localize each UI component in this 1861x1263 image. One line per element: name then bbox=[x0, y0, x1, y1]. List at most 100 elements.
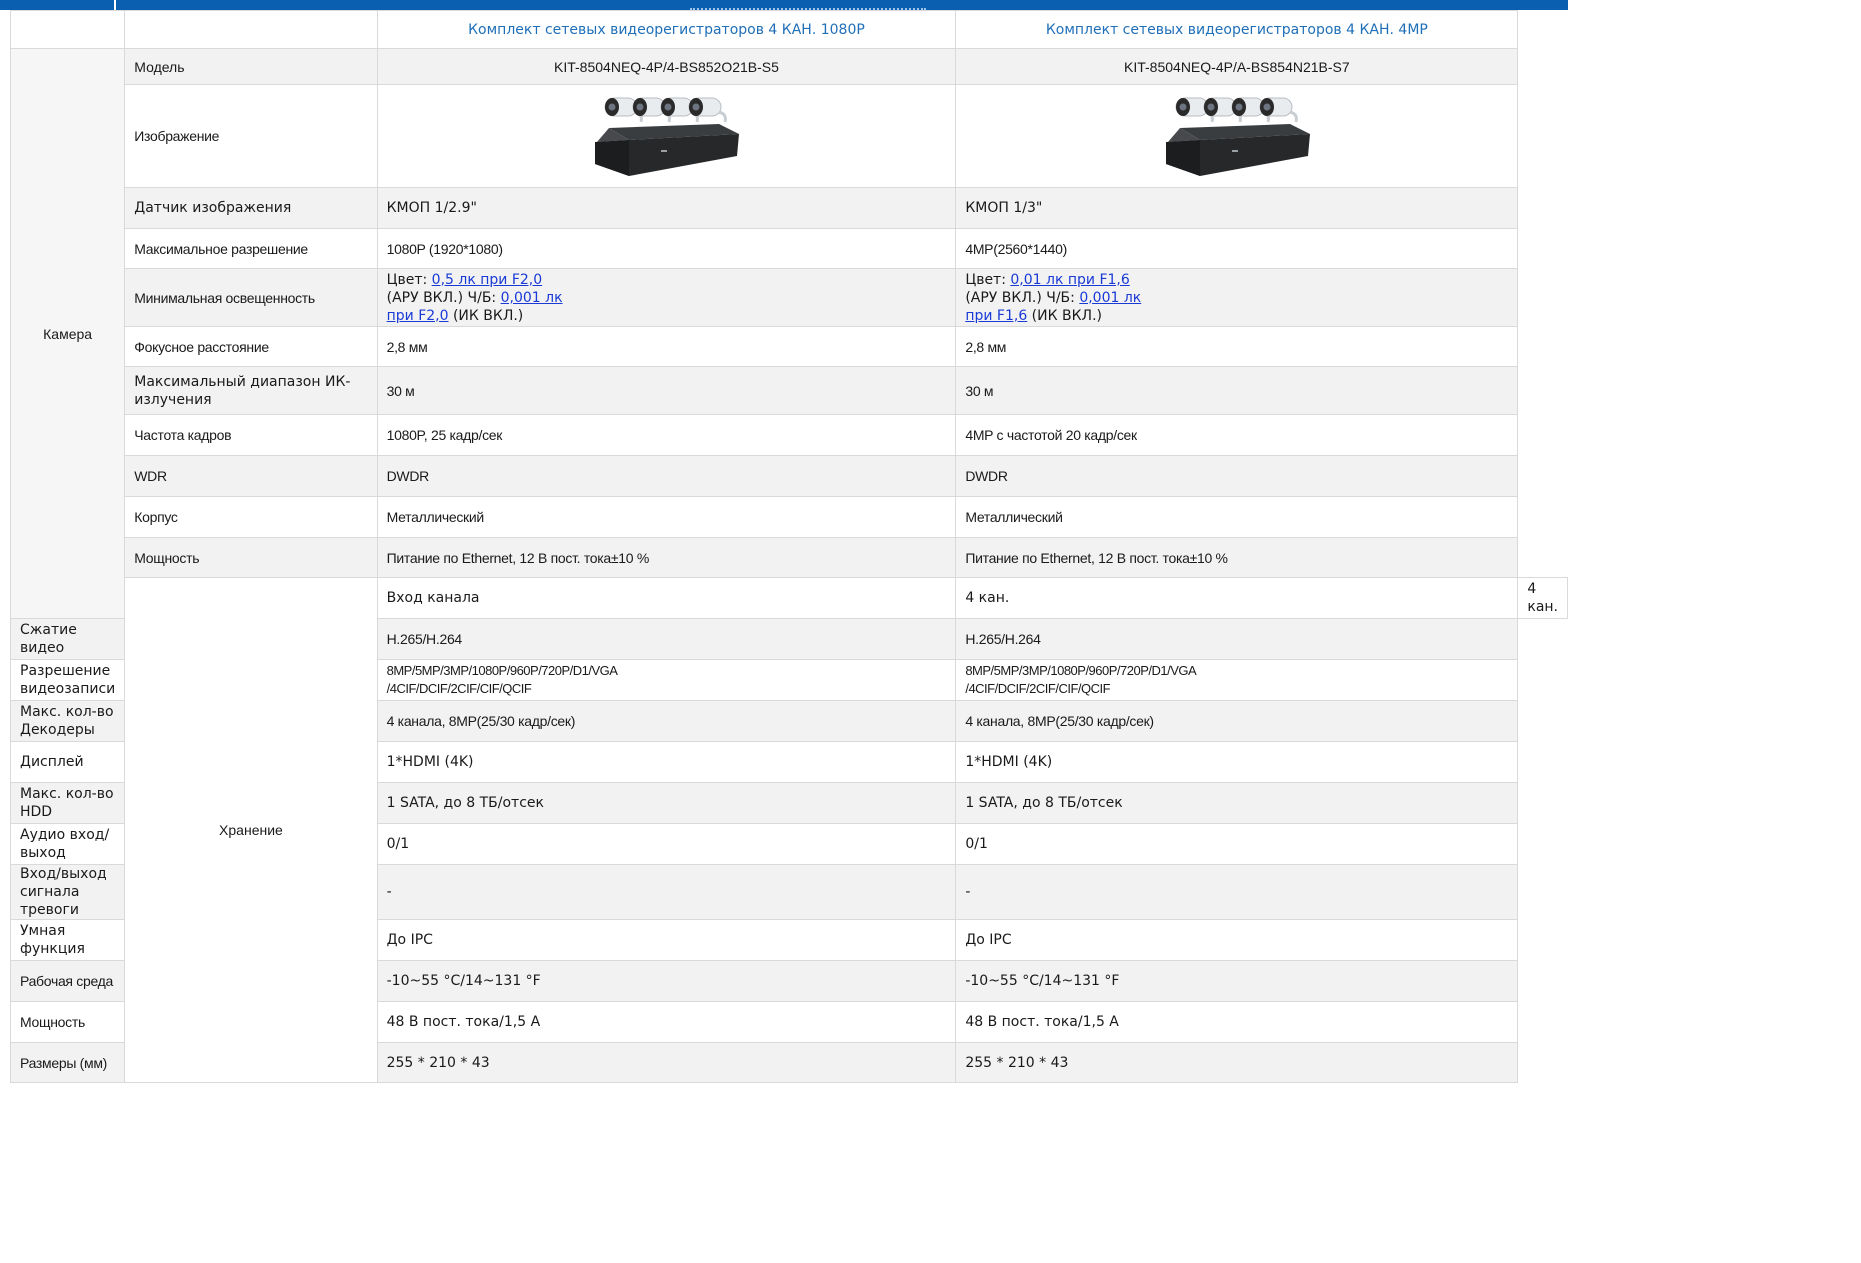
spec-value-1080p: 1080P (1920*1080) bbox=[376, 228, 957, 269]
spec-row: Мощность Питание по Ethernet, 12 В пост.… bbox=[11, 537, 1568, 578]
spec-row: Фокусное расстояние 2,8 мм 2,8 мм bbox=[11, 326, 1568, 367]
illum-bw-link[interactable]: 0,001 лк bbox=[501, 290, 563, 306]
spec-table: Комплект сетевых видеорегистраторов 4 КА… bbox=[9, 10, 1568, 1083]
product-image-1080p bbox=[591, 90, 741, 182]
spec-value-1080p: 1 SATA, до 8 ТБ/отсек bbox=[376, 782, 957, 824]
spec-value-4mp: 0/1 bbox=[955, 823, 1519, 865]
group-label-camera: Камера bbox=[9, 48, 126, 619]
row-label: Умная функция bbox=[9, 919, 126, 961]
row-label: Аудио вход/выход bbox=[9, 823, 126, 865]
row-label: Корпус bbox=[124, 496, 378, 538]
row-label: Изображение bbox=[124, 84, 378, 188]
illum-bw-link-cont[interactable]: при F1,6 bbox=[965, 308, 1027, 324]
row-label: Частота кадров bbox=[124, 414, 378, 456]
spec-row: WDR DWDR DWDR bbox=[11, 455, 1568, 497]
illum-color-link[interactable]: 0,5 лк при F2,0 bbox=[432, 272, 542, 288]
group-label-storage: Хранение bbox=[124, 577, 378, 1083]
row-label: Макс. кол-во HDD bbox=[9, 782, 126, 824]
spec-value-4mp: 48 В пост. тока/1,5 А bbox=[955, 1001, 1519, 1043]
spec-value-4mp: 30 м bbox=[955, 366, 1519, 415]
spec-value-4mp: До IPC bbox=[955, 919, 1519, 961]
spec-row: Датчик изображения КМОП 1/2.9" КМОП 1/3" bbox=[11, 187, 1568, 229]
resolution-line: /4CIF/DCIF/2CIF/CIF/QCIF bbox=[386, 681, 532, 696]
spec-value-1080p: 8MP/5MP/3MP/1080P/960P/720P/D1/VGA /4CIF… bbox=[376, 659, 957, 701]
row-label: Максимальное разрешение bbox=[124, 228, 378, 269]
row-label: Разрешение видеозаписи bbox=[9, 659, 126, 701]
spec-value-4mp: H.265/H.264 bbox=[955, 618, 1519, 660]
illum-color-prefix: Цвет: bbox=[965, 271, 1011, 288]
illumination-value-4mp: Цвет: 0,01 лк при F1,6 (АРУ ВКЛ.) Ч/Б: 0… bbox=[955, 268, 1519, 327]
spec-value-1080p: 48 В пост. тока/1,5 А bbox=[376, 1001, 957, 1043]
column-title-4mp: Комплект сетевых видеорегистраторов 4 КА… bbox=[955, 10, 1519, 49]
spec-value-4mp: КМОП 1/3" bbox=[955, 187, 1519, 229]
spec-value-4mp: 4MP с частотой 20 кадр/сек bbox=[955, 414, 1519, 456]
spec-value-1080p: - bbox=[376, 864, 957, 920]
spec-value-1080p: До IPC bbox=[376, 919, 957, 961]
illumination-value-1080p: Цвет: 0,5 лк при F2,0 (АРУ ВКЛ.) Ч/Б: 0,… bbox=[376, 268, 957, 327]
spec-value-4mp: Питание по Ethernet, 12 В пост. тока±10 … bbox=[955, 537, 1519, 578]
illum-bw-link[interactable]: 0,001 лк bbox=[1079, 290, 1141, 306]
bullet-camera-icon bbox=[688, 97, 728, 123]
illum-mid: (АРУ ВКЛ.) Ч/Б: bbox=[386, 289, 501, 306]
spec-row: Корпус Металлический Металлический bbox=[11, 496, 1568, 538]
spec-value-4mp: DWDR bbox=[955, 455, 1519, 497]
spec-value-1080p: -10~55 °C/14~131 °F bbox=[376, 960, 957, 1002]
model-value-1080p: KIT-8504NEQ-4P/4-BS852O21B-S5 bbox=[376, 48, 957, 85]
spec-value-4mp: 1*HDMI (4K) bbox=[955, 741, 1519, 783]
header-empty-cell bbox=[124, 10, 378, 49]
row-label: Размеры (мм) bbox=[9, 1042, 126, 1083]
header-empty-cell bbox=[9, 10, 126, 49]
row-label: Мощность bbox=[124, 537, 378, 578]
illum-suffix: (ИК ВКЛ.) bbox=[448, 307, 524, 324]
row-label: Модель bbox=[124, 48, 378, 85]
header-decoration bbox=[690, 0, 926, 10]
row-label: Датчик изображения bbox=[124, 187, 378, 229]
nvr-recorder-icon bbox=[1165, 124, 1310, 176]
spec-value-1080p: 30 м bbox=[376, 366, 957, 415]
spec-value-4mp: 4 канала, 8MP(25/30 кадр/сек) bbox=[955, 700, 1519, 742]
row-label: WDR bbox=[124, 455, 378, 497]
spec-value-4mp: 1 SATA, до 8 ТБ/отсек bbox=[955, 782, 1519, 824]
spec-value-4mp: 4 кан. bbox=[1517, 577, 1568, 619]
spec-value-1080p: 1080P, 25 кадр/сек bbox=[376, 414, 957, 456]
nvr-kit-illustration bbox=[595, 97, 740, 176]
spec-value-1080p: 255 * 210 * 43 bbox=[376, 1042, 957, 1083]
row-model: Камера Модель KIT-8504NEQ-4P/4-BS852O21B… bbox=[9, 48, 1568, 619]
product-image-cell-1080p bbox=[376, 84, 957, 188]
spec-value-4mp: Металлический bbox=[955, 496, 1519, 538]
row-label: Сжатие видео bbox=[9, 618, 126, 660]
row-label: Макс. кол-во Декодеры bbox=[9, 700, 126, 742]
spec-value-1080p: DWDR bbox=[376, 455, 957, 497]
spec-value-1080p: Питание по Ethernet, 12 В пост. тока±10 … bbox=[376, 537, 957, 578]
row-label: Фокусное расстояние bbox=[124, 326, 378, 367]
illum-color-link[interactable]: 0,01 лк при F1,6 bbox=[1010, 272, 1129, 288]
spec-value-1080p: H.265/H.264 bbox=[376, 618, 957, 660]
bullet-camera-icon bbox=[1259, 97, 1298, 123]
row-label: Минимальная освещенность bbox=[124, 268, 378, 327]
nvr-recorder-icon bbox=[595, 124, 740, 176]
spec-row: Максимальное разрешение 1080P (1920*1080… bbox=[11, 228, 1568, 269]
spec-value-4mp: -10~55 °C/14~131 °F bbox=[955, 960, 1519, 1002]
row-label: Мощность bbox=[9, 1001, 126, 1043]
spec-value-4mp: - bbox=[955, 864, 1519, 920]
model-value-4mp: KIT-8504NEQ-4P/A-BS854N21B-S7 bbox=[955, 48, 1519, 85]
spec-row: Хранение Вход канала 4 кан. 4 кан. bbox=[11, 577, 1568, 1083]
row-label: Максимальный диапазон ИК-излучения bbox=[124, 366, 378, 415]
product-image-4mp bbox=[1162, 90, 1312, 182]
product-image-cell-4mp bbox=[955, 84, 1519, 188]
nvr-kit-illustration bbox=[1165, 97, 1310, 176]
spec-row: Максимальный диапазон ИК-излучения 30 м … bbox=[11, 366, 1568, 415]
top-header-bar bbox=[0, 0, 1568, 10]
resolution-line: 8MP/5MP/3MP/1080P/960P/720P/D1/VGA bbox=[965, 663, 1197, 678]
spec-value-4mp: 8MP/5MP/3MP/1080P/960P/720P/D1/VGA /4CIF… bbox=[955, 659, 1519, 701]
header-separator bbox=[114, 0, 116, 10]
resolution-line: 8MP/5MP/3MP/1080P/960P/720P/D1/VGA bbox=[386, 663, 618, 678]
illum-bw-link-cont[interactable]: при F2,0 bbox=[387, 308, 449, 324]
spec-row: Частота кадров 1080P, 25 кадр/сек 4MP с … bbox=[11, 414, 1568, 456]
illum-suffix: (ИК ВКЛ.) bbox=[1027, 307, 1102, 324]
row-image: Изображение bbox=[11, 84, 1568, 188]
spec-value-1080p: 0/1 bbox=[376, 823, 957, 865]
spec-value-4mp: 4MP(2560*1440) bbox=[955, 228, 1519, 269]
resolution-line: /4CIF/DCIF/2CIF/CIF/QCIF bbox=[965, 681, 1111, 696]
spec-value-4mp: 255 * 210 * 43 bbox=[955, 1042, 1519, 1083]
